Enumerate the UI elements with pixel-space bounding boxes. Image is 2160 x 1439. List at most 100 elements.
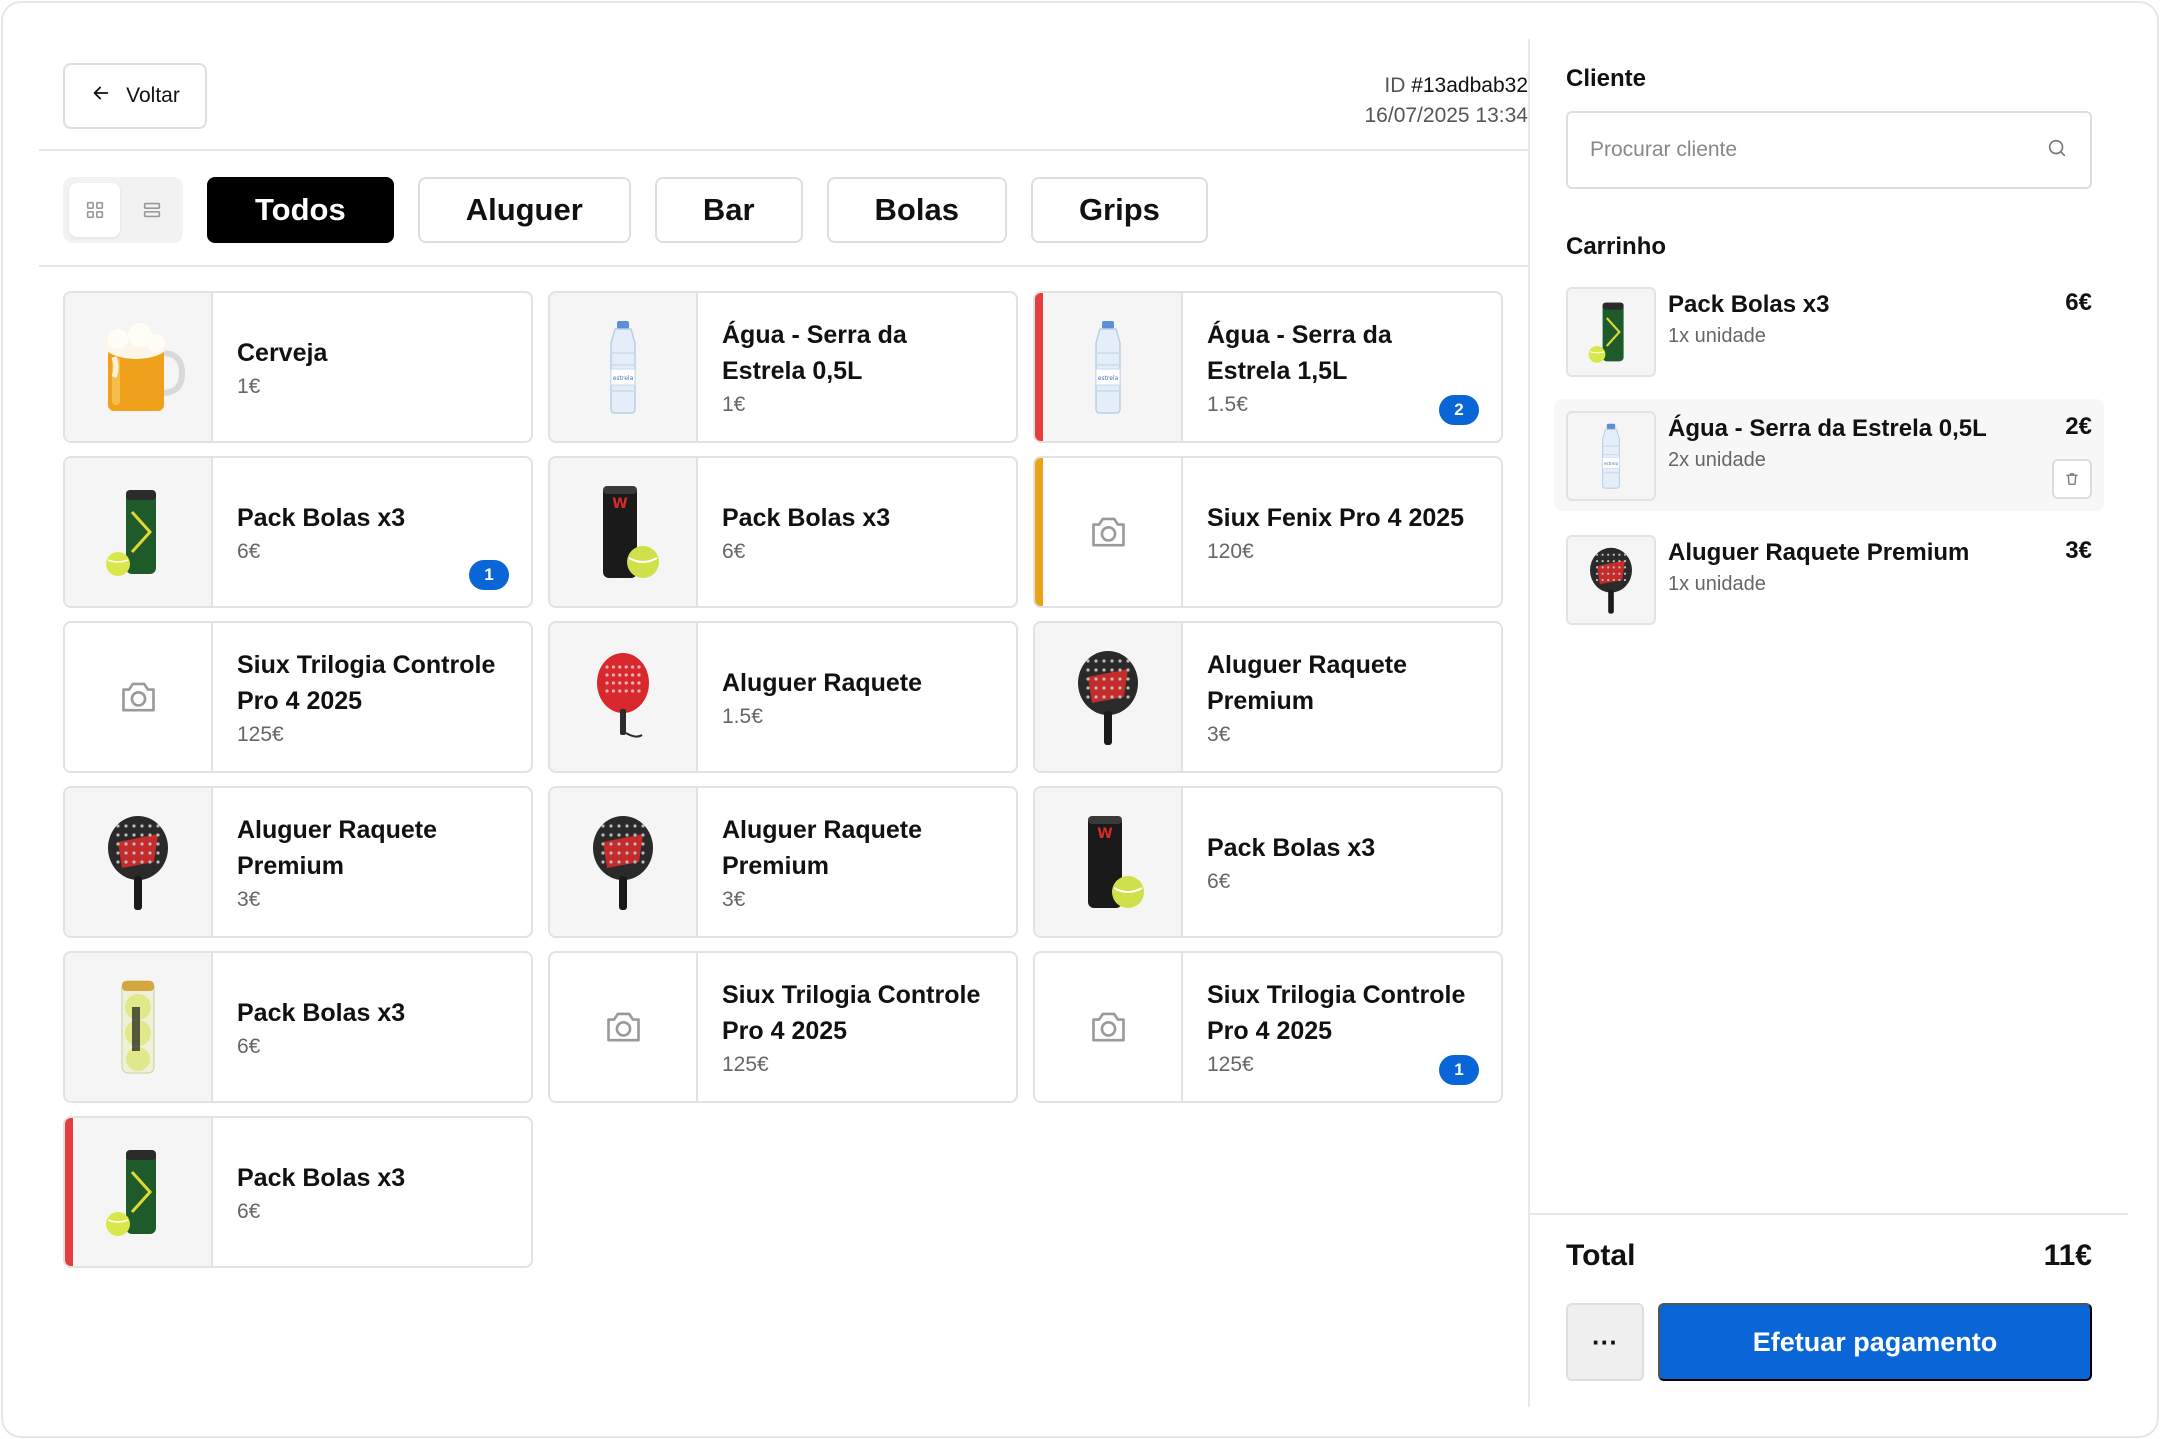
product-image: [65, 458, 213, 606]
tab-bar[interactable]: Bar: [654, 177, 803, 243]
product-card[interactable]: Siux Trilogia Controle Pro 4 2025 125€: [63, 621, 533, 773]
product-price: 3€: [722, 888, 746, 911]
product-card[interactable]: Aluguer Raquete Premium 3€: [63, 786, 533, 938]
cart-item-qty: 2x unidade: [1668, 449, 1766, 471]
product-name: Aluguer Raquete Premium: [722, 816, 923, 880]
product-info: Pack Bolas x3 6€: [698, 458, 1016, 606]
product-price: 1€: [722, 393, 746, 416]
search-icon[interactable]: [2046, 137, 2068, 164]
app-frame: Voltar ID #13adbab32 16/07/2025 13:34 To…: [1, 1, 2159, 1438]
product-name: Pack Bolas x3: [237, 999, 406, 1027]
product-info: Aluguer Raquete Premium 3€: [1183, 623, 1501, 771]
product-image: estrela: [1035, 293, 1183, 441]
pay-button[interactable]: Efetuar pagamento: [1658, 1303, 2092, 1381]
camera-icon: [550, 953, 698, 1101]
tab-aluguer[interactable]: Aluguer: [417, 177, 631, 243]
product-image: [550, 788, 698, 936]
remove-item-button[interactable]: [2052, 459, 2092, 499]
camera-icon: [65, 623, 213, 771]
cart-item-qty: 1x unidade: [1668, 325, 1766, 347]
order-id-label: ID: [1384, 74, 1406, 97]
order-sidebar: Cliente Carrinho Pack Bolas x3 1x unidad…: [1528, 39, 2128, 1407]
cart-item-name: Água - Serra da Estrela 0,5L: [1668, 415, 1987, 442]
divider: [1530, 1213, 2128, 1215]
quantity-badge: 2: [1439, 395, 1479, 425]
product-card[interactable]: Aluguer Raquete Premium 3€: [548, 786, 1018, 938]
grid-icon: [86, 201, 103, 219]
product-image: [65, 293, 213, 441]
tab-grips[interactable]: Grips: [1030, 177, 1208, 243]
client-search-input[interactable]: [1590, 138, 2046, 162]
cart-item-name: Aluguer Raquete Premium: [1668, 539, 1970, 566]
product-card[interactable]: Siux Fenix Pro 4 2025 120€: [1033, 456, 1503, 608]
product-name: Siux Trilogia Controle Pro 4 2025: [1207, 981, 1466, 1045]
product-card[interactable]: Cerveja 1€: [63, 291, 533, 443]
svg-text:W: W: [612, 496, 627, 512]
order-id-value: #13adbab32: [1411, 74, 1528, 97]
product-price: 120€: [1207, 540, 1254, 563]
list-icon: [143, 202, 160, 218]
svg-text:estrela: estrela: [1098, 375, 1119, 382]
product-image: [65, 788, 213, 936]
product-card[interactable]: Aluguer Raquete 1.5€: [548, 621, 1018, 773]
arrow-left-icon: [90, 82, 112, 110]
grid-view-button[interactable]: [69, 183, 120, 237]
product-card[interactable]: estrela Água - Serra da Estrela 0,5L 1€: [548, 291, 1018, 443]
list-view-button[interactable]: [126, 183, 177, 237]
svg-text:estrela: estrela: [613, 375, 634, 382]
product-name: Pack Bolas x3: [237, 1164, 406, 1192]
product-card[interactable]: Pack Bolas x3 6€ 1: [63, 456, 533, 608]
product-info: Siux Fenix Pro 4 2025 120€: [1183, 458, 1501, 606]
back-button[interactable]: Voltar: [63, 63, 207, 129]
tab-bolas[interactable]: Bolas: [826, 177, 1007, 243]
cart-item-price: 3€: [2065, 537, 2092, 564]
product-image: [65, 1118, 213, 1266]
product-info: Pack Bolas x3 6€: [1183, 788, 1501, 936]
product-price: 1.5€: [1207, 393, 1248, 416]
quantity-badge: 1: [1439, 1055, 1479, 1085]
product-name: Pack Bolas x3: [237, 504, 406, 532]
cart-item-qty: 1x unidade: [1668, 573, 1766, 595]
product-card[interactable]: estrela Água - Serra da Estrela 1,5L 1.5…: [1033, 291, 1503, 443]
divider: [39, 149, 1528, 151]
product-info: Siux Trilogia Controle Pro 4 2025 125€: [698, 953, 1016, 1101]
product-info: Água - Serra da Estrela 0,5L 1€: [698, 293, 1016, 441]
product-card[interactable]: Aluguer Raquete Premium 3€: [1033, 621, 1503, 773]
camera-icon: [1035, 458, 1183, 606]
card-accent: [65, 1118, 73, 1266]
product-card[interactable]: W Pack Bolas x3 6€: [1033, 786, 1503, 938]
product-name: Água - Serra da Estrela 0,5L: [722, 321, 907, 385]
cart-item[interactable]: Pack Bolas x3 1x unidade 6€: [1554, 275, 2104, 387]
product-price: 6€: [1207, 870, 1231, 893]
product-card[interactable]: Siux Trilogia Controle Pro 4 2025 125€: [548, 951, 1018, 1103]
total-value: 11€: [2043, 1239, 2092, 1272]
product-name: Água - Serra da Estrela 1,5L: [1207, 321, 1392, 385]
product-price: 1.5€: [722, 705, 763, 728]
product-info: Cerveja 1€: [213, 293, 531, 441]
product-image: estrela: [550, 293, 698, 441]
divider: [39, 265, 1528, 267]
product-price: 6€: [722, 540, 746, 563]
product-card[interactable]: Pack Bolas x3 6€: [63, 951, 533, 1103]
product-card[interactable]: Siux Trilogia Controle Pro 4 2025 125€ 1: [1033, 951, 1503, 1103]
product-name: Aluguer Raquete Premium: [1207, 651, 1408, 715]
svg-text:W: W: [1097, 826, 1112, 842]
product-name: Siux Fenix Pro 4 2025: [1207, 504, 1465, 532]
product-info: Pack Bolas x3 6€: [213, 1118, 531, 1266]
tab-todos[interactable]: Todos: [207, 177, 394, 243]
product-price: 1€: [237, 375, 261, 398]
cart-item[interactable]: estrela Água - Serra da Estrela 0,5L 2x …: [1554, 399, 2104, 511]
product-name: Aluguer Raquete Premium: [237, 816, 438, 880]
product-card[interactable]: Pack Bolas x3 6€: [63, 1116, 533, 1268]
product-info: Aluguer Raquete Premium 3€: [213, 788, 531, 936]
product-info: Pack Bolas x3 6€: [213, 953, 531, 1101]
product-name: Aluguer Raquete: [722, 669, 923, 697]
product-card[interactable]: W Pack Bolas x3 6€: [548, 456, 1018, 608]
order-datetime: 16/07/2025 13:34: [1364, 104, 1529, 127]
more-options-button[interactable]: ···: [1566, 1303, 1644, 1381]
product-name: Siux Trilogia Controle Pro 4 2025: [722, 981, 981, 1045]
cart-item-image: [1566, 535, 1656, 625]
cart-item[interactable]: Aluguer Raquete Premium 1x unidade 3€: [1554, 523, 2104, 635]
product-price: 3€: [1207, 723, 1231, 746]
cart-item-price: 6€: [2065, 289, 2092, 316]
